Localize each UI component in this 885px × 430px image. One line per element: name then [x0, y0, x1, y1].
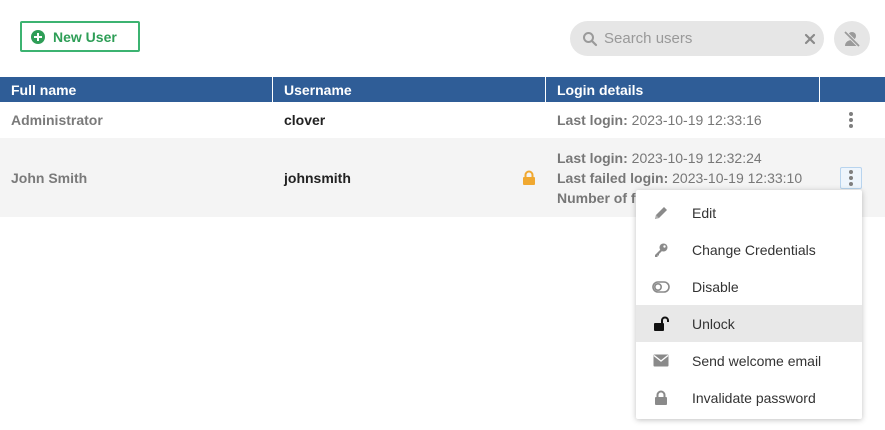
new-user-button[interactable]: New User — [20, 21, 140, 52]
menu-item-label: Change Credentials — [692, 241, 816, 258]
menu-item-label: Unlock — [692, 315, 735, 332]
row-actions-menu: Edit Change Credentials Disable Unlock S… — [636, 190, 862, 419]
menu-item-label: Edit — [692, 204, 717, 221]
login-details-cell: Last login: 2023-10-19 12:33:16 — [546, 102, 820, 138]
last-login-label: Last login: — [557, 149, 628, 166]
search-box[interactable] — [570, 21, 824, 56]
pencil-icon — [652, 204, 670, 222]
menu-item-label: Disable — [692, 278, 739, 295]
menu-item-disable[interactable]: Disable — [636, 268, 862, 305]
menu-item-unlock[interactable]: Unlock — [636, 305, 862, 342]
toggle-icon — [652, 278, 670, 296]
last-login-value: 2023-10-19 12:33:16 — [631, 112, 762, 128]
menu-item-send-welcome-email[interactable]: Send welcome email — [636, 342, 862, 379]
row-actions-button[interactable] — [840, 109, 862, 131]
column-header-full-name[interactable]: Full name — [0, 77, 273, 102]
search-icon — [583, 31, 598, 46]
row-actions-button[interactable] — [840, 167, 862, 189]
column-header-login-details[interactable]: Login details — [546, 77, 820, 102]
table-header: Full name Username Login details — [0, 77, 885, 102]
last-login-value: 2023-10-19 12:32:24 — [631, 149, 762, 166]
search-input[interactable] — [604, 30, 803, 47]
plus-circle-icon — [31, 29, 45, 44]
last-login-label: Last login: — [557, 112, 628, 128]
kebab-menu-icon — [849, 112, 853, 128]
lock-icon — [652, 389, 670, 407]
column-header-actions — [820, 77, 885, 102]
username-cell: johnsmith — [284, 169, 351, 186]
full-name-cell: Administrator — [11, 112, 103, 128]
user-off-icon — [843, 30, 861, 47]
key-icon — [652, 241, 670, 259]
username-cell: clover — [284, 112, 326, 128]
failed-attempts-line: Number of f — [557, 190, 636, 206]
table-row[interactable]: Administrator clover Last login: 2023-10… — [0, 102, 885, 138]
last-login-line: Last login: 2023-10-19 12:32:24 — [557, 150, 762, 166]
menu-item-edit[interactable]: Edit — [636, 194, 862, 231]
last-failed-login-line: Last failed login: 2023-10-19 12:33:10 — [557, 170, 802, 186]
clear-search-icon[interactable] — [803, 32, 817, 46]
unlock-icon — [652, 315, 670, 333]
locked-lock-icon — [523, 170, 535, 185]
envelope-icon — [652, 352, 670, 370]
menu-item-change-credentials[interactable]: Change Credentials — [636, 231, 862, 268]
column-header-username[interactable]: Username — [273, 77, 546, 102]
full-name-cell: John Smith — [11, 169, 88, 186]
menu-item-label: Send welcome email — [692, 352, 822, 369]
hide-disabled-users-button[interactable] — [834, 21, 870, 56]
last-login-line: Last login: 2023-10-19 12:33:16 — [557, 112, 762, 128]
last-failed-login-label: Last failed login: — [557, 169, 669, 186]
kebab-menu-icon — [849, 170, 853, 186]
menu-item-invalidate-password[interactable]: Invalidate password — [636, 379, 862, 416]
new-user-label: New User — [53, 28, 117, 45]
menu-item-label: Invalidate password — [692, 389, 816, 406]
failed-attempts-label: Number of f — [557, 189, 636, 206]
last-failed-login-value: 2023-10-19 12:33:10 — [672, 169, 803, 186]
